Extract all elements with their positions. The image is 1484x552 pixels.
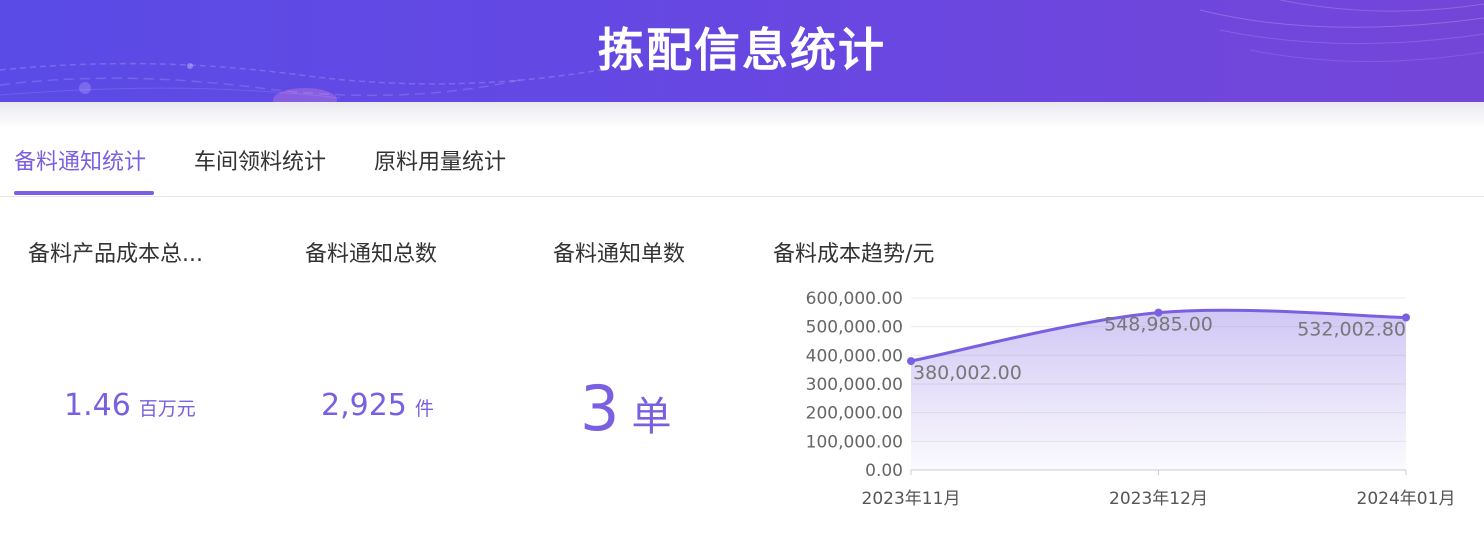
data-label: 532,002.80 [1297,318,1406,340]
header-shadow [0,102,1484,128]
tab-prep-notice-stats[interactable]: 备料通知统计 [14,144,146,176]
cost-total-value: 1.46 [64,388,131,423]
cost-total-stat: 1.46 百万元 [64,388,196,423]
x-tick-label: 2023年11月 [862,489,961,509]
y-tick-label: 200,000.00 [806,404,903,424]
data-label: 548,985.00 [1104,314,1213,336]
active-tab-indicator [14,191,154,195]
tab-raw-material-usage-stats[interactable]: 原料用量统计 [374,144,506,176]
page-title: 拣配信息统计 [598,23,886,77]
y-tick-label: 100,000.00 [806,432,903,452]
notice-count-title: 备料通知单数 [553,242,686,267]
page-header: 拣配信息统计 [0,0,1484,102]
x-tick-label: 2024年01月 [1357,489,1456,509]
x-tick-label: 2023年12月 [1109,489,1208,509]
y-tick-label: 0.00 [865,461,903,481]
cost-trend-title: 备料成本趋势/元 [773,242,935,267]
notice-total-unit: 件 [414,398,434,420]
tab-workshop-picking-stats[interactable]: 车间领料统计 [194,144,326,176]
cost-total-unit: 百万元 [138,398,196,420]
notice-total-stat: 2,925 件 [321,388,434,423]
y-tick-label: 300,000.00 [806,375,903,395]
notice-total-title: 备料通知总数 [305,242,438,267]
y-tick-label: 500,000.00 [806,318,903,338]
y-tick-label: 600,000.00 [806,289,903,309]
tab-bar: 备料通知统计 车间领料统计 原料用量统计 [0,128,1484,197]
notice-count-unit: 单 [631,394,672,440]
notice-count-stat: 3单 [580,372,671,445]
cost-total-title: 备料产品成本总... [28,242,203,267]
data-label: 380,002.00 [913,362,1022,384]
y-tick-label: 400,000.00 [806,346,903,366]
notice-count-value: 3 [580,372,620,445]
cost-trend-chart: 0.00 100,000.00 200,000.00 300,000.00 400,00… [806,289,1456,509]
notice-total-value: 2,925 [321,388,407,423]
